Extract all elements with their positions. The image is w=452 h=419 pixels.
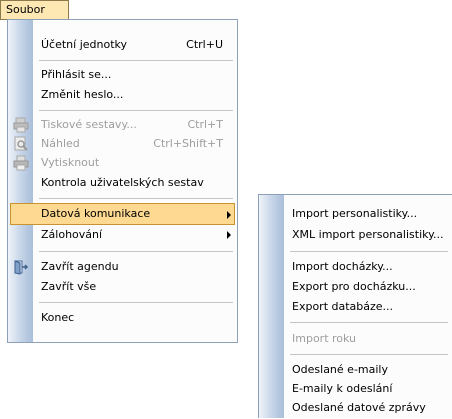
menu-item-label: Import docházky... [292, 260, 393, 273]
menu-item-export-dochazku[interactable]: Export pro docházku... [261, 276, 450, 298]
menu-separator [39, 110, 233, 111]
menu-item-konec[interactable]: Konec [10, 307, 235, 329]
menu-item-xml-import[interactable]: XML import personalistiky... [261, 224, 450, 246]
menu-separator [290, 354, 448, 355]
menu-item-label: Datová komunikace [41, 207, 151, 220]
menu-separator [290, 251, 448, 252]
menu-item-label: Kontrola uživatelských sestav [41, 176, 204, 189]
menu-item-kontrola-sestav[interactable]: Kontrola uživatelských sestav [10, 172, 235, 194]
close-agenda-icon [13, 259, 29, 275]
menu-item-label: Odeslané datové zprávy [292, 401, 426, 414]
submenu-arrow-icon [227, 231, 231, 239]
menu-item-vytisknout[interactable]: Vytisknout [10, 152, 235, 174]
submenu-arrow-icon [227, 211, 231, 219]
menu-soubor[interactable]: Soubor [0, 0, 69, 20]
datova-komunikace-submenu: Import personalistiky... XML import pers… [258, 194, 452, 418]
menu-separator [290, 322, 448, 323]
menu-item-datova-komunikace[interactable]: Datová komunikace [10, 203, 235, 225]
menu-item-label: Konec [41, 311, 75, 324]
menu-item-odeslane-datove-zpravy[interactable]: Odeslané datové zprávy [261, 397, 450, 419]
menu-item-zmenit-heslo[interactable]: Změnit heslo... [10, 84, 235, 106]
menu-item-label: Odeslané e-maily [292, 363, 388, 376]
menu-item-label: Vytisknout [41, 156, 100, 169]
menu-item-label: Export databáze... [292, 300, 394, 313]
menu-item-shortcut: Ctrl+Shift+T [153, 137, 223, 150]
menu-separator [39, 302, 233, 303]
menu-item-import-roku[interactable]: Import roku [261, 328, 450, 350]
print-reports-icon [13, 117, 29, 133]
menu-item-import-dochazky[interactable]: Import docházky... [261, 256, 450, 278]
menu-item-label: Účetní jednotky [41, 38, 128, 51]
menu-item-label: Změnit heslo... [41, 88, 124, 101]
menu-item-import-personalistiky[interactable]: Import personalistiky... [261, 203, 450, 225]
menu-soubor-label: Soubor [6, 3, 45, 16]
menu-item-label: Zálohování [41, 228, 103, 241]
menu-item-export-databaze[interactable]: Export databáze... [261, 296, 450, 318]
menu-separator [39, 251, 233, 252]
menu-item-label: Zavřít vše [41, 280, 97, 293]
menu-item-zalohovani[interactable]: Zálohování [10, 224, 235, 246]
menu-item-label: Export pro docházku... [292, 280, 416, 293]
menu-item-label: Přihlásit se... [41, 68, 112, 81]
menu-item-label: Tiskové sestavy... [41, 118, 137, 131]
menu-item-label: Náhled [41, 137, 80, 150]
menu-item-label: Zavřít agendu [41, 260, 119, 273]
menu-item-label: E-maily k odeslání [292, 382, 393, 395]
menu-item-zavrit-vse[interactable]: Zavřít vše [10, 276, 235, 298]
menu-item-shortcut: Ctrl+U [186, 38, 223, 51]
menu-item-shortcut: Ctrl+T [187, 118, 223, 131]
print-preview-icon [13, 136, 29, 152]
soubor-dropdown-menu: Účetní jednotky Ctrl+U Přihlásit se... Z… [7, 19, 238, 343]
menu-item-label: Import roku [292, 332, 357, 345]
menu-item-label: XML import personalistiky... [292, 228, 444, 241]
menu-item-ucetni-jednotky[interactable]: Účetní jednotky Ctrl+U [10, 34, 235, 56]
menu-separator [39, 198, 233, 199]
menu-item-label: Import personalistiky... [292, 207, 418, 220]
menu-item-prihlasit[interactable]: Přihlásit se... [10, 64, 235, 86]
menu-separator [39, 60, 233, 61]
printer-icon [13, 155, 29, 171]
menu-item-zavrit-agendu[interactable]: Zavřít agendu [10, 256, 235, 278]
